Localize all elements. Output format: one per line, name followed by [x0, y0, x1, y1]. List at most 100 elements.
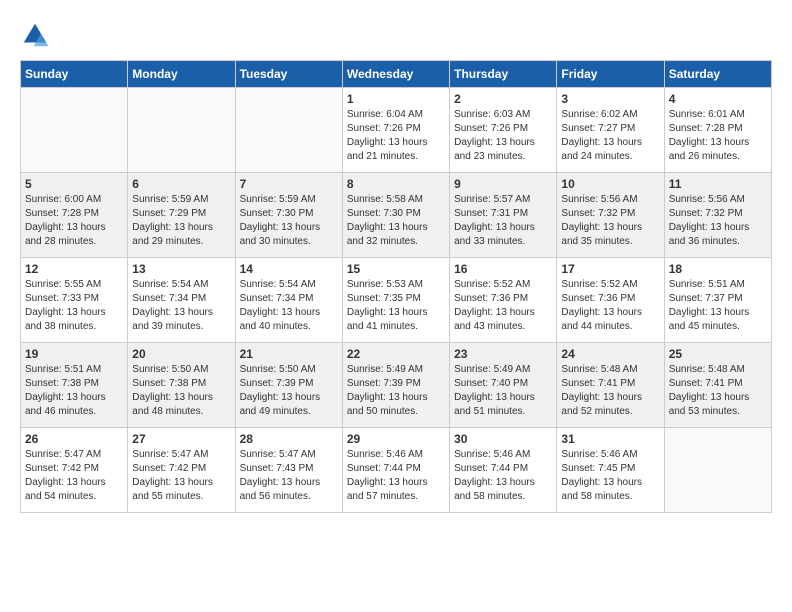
day-info: Sunrise: 6:00 AM Sunset: 7:28 PM Dayligh…	[25, 193, 123, 249]
calendar-day: 15 Sunrise: 5:53 AM Sunset: 7:35 PM Dayli…	[342, 258, 449, 343]
calendar-day: 7 Sunrise: 5:59 AM Sunset: 7:30 PM Daylig…	[235, 173, 342, 258]
calendar-day: 18 Sunrise: 5:51 AM Sunset: 7:37 PM Dayli…	[664, 258, 771, 343]
header-saturday: Saturday	[664, 61, 771, 88]
day-info: Sunrise: 5:56 AM Sunset: 7:32 PM Dayligh…	[669, 193, 767, 249]
calendar-week-2: 5 Sunrise: 6:00 AM Sunset: 7:28 PM Daylig…	[21, 173, 772, 258]
day-info: Sunrise: 5:51 AM Sunset: 7:38 PM Dayligh…	[25, 363, 123, 419]
calendar-day: 5 Sunrise: 6:00 AM Sunset: 7:28 PM Daylig…	[21, 173, 128, 258]
day-info: Sunrise: 5:56 AM Sunset: 7:32 PM Dayligh…	[561, 193, 659, 249]
day-number: 2	[454, 92, 552, 106]
day-info: Sunrise: 5:49 AM Sunset: 7:39 PM Dayligh…	[347, 363, 445, 419]
calendar-day: 17 Sunrise: 5:52 AM Sunset: 7:36 PM Dayli…	[557, 258, 664, 343]
calendar-header-row: SundayMondayTuesdayWednesdayThursdayFrid…	[21, 61, 772, 88]
day-info: Sunrise: 5:52 AM Sunset: 7:36 PM Dayligh…	[454, 278, 552, 334]
day-info: Sunrise: 5:54 AM Sunset: 7:34 PM Dayligh…	[240, 278, 338, 334]
day-info: Sunrise: 5:59 AM Sunset: 7:29 PM Dayligh…	[132, 193, 230, 249]
day-number: 4	[669, 92, 767, 106]
calendar-day: 16Sunrise: 5:52 AM Sunset: 7:36 PM Dayli…	[450, 258, 557, 343]
calendar-week-5: 26 Sunrise: 5:47 AM Sunset: 7:42 PM Dayli…	[21, 428, 772, 513]
day-info: Sunrise: 5:47 AM Sunset: 7:43 PM Dayligh…	[240, 448, 338, 504]
day-number: 17	[561, 262, 659, 276]
day-info: Sunrise: 5:57 AM Sunset: 7:31 PM Dayligh…	[454, 193, 552, 249]
logo-icon	[20, 20, 50, 50]
header-wednesday: Wednesday	[342, 61, 449, 88]
day-number: 15	[347, 262, 445, 276]
day-number: 13	[132, 262, 230, 276]
day-info: Sunrise: 5:54 AM Sunset: 7:34 PM Dayligh…	[132, 278, 230, 334]
day-info: Sunrise: 5:46 AM Sunset: 7:45 PM Dayligh…	[561, 448, 659, 504]
calendar-day: 24Sunrise: 5:48 AM Sunset: 7:41 PM Dayli…	[557, 343, 664, 428]
calendar-day: 4 Sunrise: 6:01 AM Sunset: 7:28 PM Daylig…	[664, 88, 771, 173]
day-number: 22	[347, 347, 445, 361]
day-number: 18	[669, 262, 767, 276]
calendar-day: 23 Sunrise: 5:49 AM Sunset: 7:40 PM Dayli…	[450, 343, 557, 428]
day-number: 23	[454, 347, 552, 361]
day-number: 27	[132, 432, 230, 446]
calendar-day: 9Sunrise: 5:57 AM Sunset: 7:31 PM Daylig…	[450, 173, 557, 258]
calendar-day: 22 Sunrise: 5:49 AM Sunset: 7:39 PM Dayli…	[342, 343, 449, 428]
header-thursday: Thursday	[450, 61, 557, 88]
calendar-day: 13 Sunrise: 5:54 AM Sunset: 7:34 PM Dayli…	[128, 258, 235, 343]
day-info: Sunrise: 5:46 AM Sunset: 7:44 PM Dayligh…	[347, 448, 445, 504]
day-number: 5	[25, 177, 123, 191]
calendar-week-1: 1 Sunrise: 6:04 AM Sunset: 7:26 PM Daylig…	[21, 88, 772, 173]
day-number: 31	[561, 432, 659, 446]
calendar-day: 1 Sunrise: 6:04 AM Sunset: 7:26 PM Daylig…	[342, 88, 449, 173]
day-info: Sunrise: 6:03 AM Sunset: 7:26 PM Dayligh…	[454, 108, 552, 164]
page-header	[20, 20, 772, 50]
calendar-day: 31 Sunrise: 5:46 AM Sunset: 7:45 PM Dayli…	[557, 428, 664, 513]
calendar-day: 14 Sunrise: 5:54 AM Sunset: 7:34 PM Dayli…	[235, 258, 342, 343]
day-info: Sunrise: 5:47 AM Sunset: 7:42 PM Dayligh…	[25, 448, 123, 504]
calendar-day: 25 Sunrise: 5:48 AM Sunset: 7:41 PM Dayli…	[664, 343, 771, 428]
day-number: 20	[132, 347, 230, 361]
day-number: 26	[25, 432, 123, 446]
day-number: 25	[669, 347, 767, 361]
day-number: 30	[454, 432, 552, 446]
calendar-week-3: 12 Sunrise: 5:55 AM Sunset: 7:33 PM Dayli…	[21, 258, 772, 343]
calendar-day: 12 Sunrise: 5:55 AM Sunset: 7:33 PM Dayli…	[21, 258, 128, 343]
calendar-day	[21, 88, 128, 173]
day-number: 8	[347, 177, 445, 191]
day-number: 11	[669, 177, 767, 191]
calendar-day: 11 Sunrise: 5:56 AM Sunset: 7:32 PM Dayli…	[664, 173, 771, 258]
calendar-day: 30 Sunrise: 5:46 AM Sunset: 7:44 PM Dayli…	[450, 428, 557, 513]
day-info: Sunrise: 5:48 AM Sunset: 7:41 PM Dayligh…	[669, 363, 767, 419]
day-info: Sunrise: 5:53 AM Sunset: 7:35 PM Dayligh…	[347, 278, 445, 334]
day-info: Sunrise: 5:52 AM Sunset: 7:36 PM Dayligh…	[561, 278, 659, 334]
day-number: 29	[347, 432, 445, 446]
calendar-day	[128, 88, 235, 173]
day-info: Sunrise: 5:51 AM Sunset: 7:37 PM Dayligh…	[669, 278, 767, 334]
day-info: Sunrise: 6:04 AM Sunset: 7:26 PM Dayligh…	[347, 108, 445, 164]
day-number: 6	[132, 177, 230, 191]
day-number: 1	[347, 92, 445, 106]
day-info: Sunrise: 5:59 AM Sunset: 7:30 PM Dayligh…	[240, 193, 338, 249]
day-info: Sunrise: 5:58 AM Sunset: 7:30 PM Dayligh…	[347, 193, 445, 249]
day-number: 3	[561, 92, 659, 106]
day-number: 12	[25, 262, 123, 276]
calendar-day: 8 Sunrise: 5:58 AM Sunset: 7:30 PM Daylig…	[342, 173, 449, 258]
day-info: Sunrise: 5:46 AM Sunset: 7:44 PM Dayligh…	[454, 448, 552, 504]
header-tuesday: Tuesday	[235, 61, 342, 88]
calendar-day: 27Sunrise: 5:47 AM Sunset: 7:42 PM Dayli…	[128, 428, 235, 513]
day-info: Sunrise: 5:55 AM Sunset: 7:33 PM Dayligh…	[25, 278, 123, 334]
calendar-day: 19 Sunrise: 5:51 AM Sunset: 7:38 PM Dayli…	[21, 343, 128, 428]
day-number: 21	[240, 347, 338, 361]
day-number: 19	[25, 347, 123, 361]
header-sunday: Sunday	[21, 61, 128, 88]
calendar-day: 20 Sunrise: 5:50 AM Sunset: 7:38 PM Dayli…	[128, 343, 235, 428]
day-info: Sunrise: 6:01 AM Sunset: 7:28 PM Dayligh…	[669, 108, 767, 164]
calendar-day: 26 Sunrise: 5:47 AM Sunset: 7:42 PM Dayli…	[21, 428, 128, 513]
calendar-day: 21 Sunrise: 5:50 AM Sunset: 7:39 PM Dayli…	[235, 343, 342, 428]
day-number: 14	[240, 262, 338, 276]
calendar-day: 6 Sunrise: 5:59 AM Sunset: 7:29 PM Daylig…	[128, 173, 235, 258]
day-info: Sunrise: 5:48 AM Sunset: 7:41 PM Dayligh…	[561, 363, 659, 419]
day-info: Sunrise: 5:50 AM Sunset: 7:39 PM Dayligh…	[240, 363, 338, 419]
day-number: 7	[240, 177, 338, 191]
day-info: Sunrise: 5:49 AM Sunset: 7:40 PM Dayligh…	[454, 363, 552, 419]
calendar-day	[664, 428, 771, 513]
calendar-table: SundayMondayTuesdayWednesdayThursdayFrid…	[20, 60, 772, 513]
day-info: Sunrise: 5:50 AM Sunset: 7:38 PM Dayligh…	[132, 363, 230, 419]
calendar-day: 10Sunrise: 5:56 AM Sunset: 7:32 PM Dayli…	[557, 173, 664, 258]
calendar-day: 28Sunrise: 5:47 AM Sunset: 7:43 PM Dayli…	[235, 428, 342, 513]
calendar-week-4: 19 Sunrise: 5:51 AM Sunset: 7:38 PM Dayli…	[21, 343, 772, 428]
